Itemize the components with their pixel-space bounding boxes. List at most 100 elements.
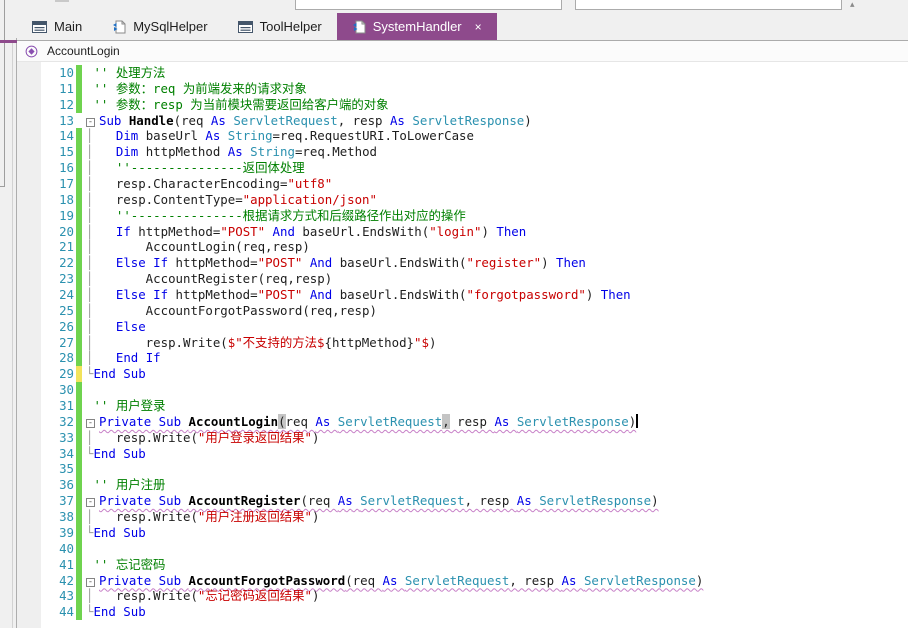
tab-mysqlhelper[interactable]: MySqlHelper — [97, 13, 222, 40]
fold-collapse-icon[interactable]: - — [86, 577, 95, 587]
code-line[interactable]: 23 │ AccountRegister(req,resp) — [17, 271, 908, 288]
code-token: "POST" — [220, 223, 266, 239]
code-token: As — [494, 413, 517, 429]
code-line[interactable]: 24 │ Else If httpMethod="POST" And baseUr… — [17, 287, 908, 303]
code-token: , resp — [509, 572, 562, 588]
code-line[interactable]: 26 │ Else — [17, 318, 908, 335]
code-line[interactable]: 21 │ AccountLogin(req,resp) — [17, 239, 908, 256]
code-token: As — [382, 572, 405, 588]
code-line[interactable]: 20 │ If httpMethod="POST" And baseUrl.End… — [17, 223, 908, 240]
code-line[interactable]: 38 │ resp.Write("用户注册返回结果") — [17, 509, 908, 525]
code-line[interactable]: 42 - Private Sub AccountForgotPassword(req… — [17, 572, 908, 589]
code-token: ''---------------根据请求方式和后缀路径作出对应的操作 — [115, 207, 466, 223]
code-text: '' 处理方法 — [82, 65, 165, 81]
code-line[interactable]: 43 │ resp.Write("忘记密码返回结果") — [17, 588, 908, 605]
code-token: "application/json" — [242, 191, 377, 207]
code-line[interactable]: 31 '' 用户登录 — [17, 398, 908, 414]
code-line[interactable]: 15 │ Dim httpMethod As String=req.Method — [17, 144, 908, 161]
code-token: Private Sub — [99, 413, 189, 429]
code-token: AccountRegister — [188, 493, 301, 509]
code-line[interactable]: 35 — [17, 461, 908, 478]
code-token: End Sub — [93, 445, 146, 461]
code-token: ) — [481, 223, 497, 239]
code-line[interactable]: 12 '' 参数：resp 为当前模块需要返回给客户端的对象 — [17, 96, 908, 113]
code-line[interactable]: 27 │ resp.Write($"不支持的方法${httpMethod}"$) — [17, 334, 908, 351]
close-tab-icon[interactable]: × — [475, 20, 482, 34]
code-token: , — [442, 413, 450, 429]
line-number: 25 — [59, 302, 74, 318]
fold-collapse-icon[interactable]: - — [86, 418, 95, 428]
code-token: resp.Write( — [93, 509, 198, 525]
fold-collapse-icon[interactable]: - — [86, 117, 95, 127]
tab-label: Main — [54, 19, 83, 34]
code-token: (req — [345, 572, 383, 588]
code-token: AccountForgotPassword(req,resp) — [93, 302, 377, 318]
code-editor[interactable]: 10 '' 处理方法 11 '' 参数：req 为前端发来的请求对象 12 '' 参… — [17, 62, 908, 628]
code-text: │ AccountForgotPassword(req,resp) — [82, 303, 377, 319]
code-line[interactable]: 19 │ ''---------------根据请求方式和后缀路径作出对应的操作 — [17, 207, 908, 224]
code-token: Then — [600, 287, 631, 303]
code-token: "忘记密码返回结果" — [197, 588, 312, 604]
line-number: 31 — [59, 398, 74, 414]
code-text: │ resp.Write($"不支持的方法${httpMethod}"$) — [82, 335, 436, 351]
tab-main[interactable]: Main — [17, 13, 97, 40]
tab-toolhelper[interactable]: ToolHelper — [223, 13, 337, 40]
code-line[interactable]: 37 - Private Sub AccountRegister(req As Se… — [17, 493, 908, 510]
code-text: - Private Sub AccountRegister(req As Serv… — [82, 493, 659, 509]
code-line[interactable]: 22 │ Else If httpMethod="POST" And baseUr… — [17, 255, 908, 272]
tab-label: SystemHandler — [372, 19, 462, 34]
document-tab-bar: Main MySqlHelper ToolHelper SystemHandler × — [0, 13, 908, 43]
toolbar-fragment — [55, 0, 69, 2]
member-navigator-bar[interactable]: AccountLogin — [17, 40, 908, 62]
line-number: 22 — [59, 255, 74, 271]
code-token: AccountLogin(req,resp) — [93, 239, 310, 255]
code-line[interactable]: 28 │ End If — [17, 350, 908, 367]
code-line[interactable]: 32 - Private Sub AccountLogin(req As Servl… — [17, 413, 908, 430]
code-lines: 10 '' 处理方法 11 '' 参数：req 为前端发来的请求对象 12 '' 参… — [17, 65, 908, 621]
code-line[interactable]: 44 └End Sub — [17, 604, 908, 621]
code-line[interactable]: 18 │ resp.ContentType="application/json" — [17, 191, 908, 208]
line-number: 42 — [59, 572, 74, 588]
code-token: End Sub — [93, 604, 146, 620]
collapsed-panel-border — [0, 0, 5, 187]
code-line[interactable]: 10 '' 处理方法 — [17, 65, 908, 81]
fold-collapse-icon[interactable]: - — [86, 498, 95, 508]
code-line[interactable]: 16 │ ''---------------返回体处理 — [17, 160, 908, 177]
code-line[interactable]: 41 '' 忘记密码 — [17, 556, 908, 573]
code-token: ) — [695, 572, 704, 588]
code-line[interactable]: 40 — [17, 540, 908, 557]
code-token: Dim — [115, 144, 139, 160]
code-token: '' 忘记密码 — [86, 556, 166, 572]
line-number: 23 — [59, 271, 74, 287]
code-token: As — [205, 128, 228, 144]
code-line[interactable]: 39 └End Sub — [17, 524, 908, 541]
line-number: 41 — [59, 556, 74, 572]
code-line[interactable]: 14 │ Dim baseUrl As String=req.RequestURI… — [17, 128, 908, 145]
code-line[interactable]: 29 └End Sub — [17, 366, 908, 383]
code-line[interactable]: 33 │ resp.Write("用户登录返回结果") — [17, 429, 908, 446]
line-number: 15 — [59, 144, 74, 160]
code-text: │ Else — [82, 319, 146, 335]
code-token: '' 参数：req 为前端发来的请求对象 — [86, 80, 307, 96]
code-token: AccountForgotPassword — [188, 572, 346, 588]
code-line[interactable]: 34 └End Sub — [17, 445, 908, 462]
code-token: Else — [115, 318, 146, 334]
code-text: - Sub Handle(req As ServletRequest, resp … — [82, 113, 532, 129]
code-line[interactable]: 17 │ resp.CharacterEncoding="utf8" — [17, 176, 908, 192]
code-token: "forgotpassword" — [466, 287, 586, 303]
code-line[interactable]: 36 '' 用户注册 — [17, 477, 908, 494]
line-number: 28 — [59, 350, 74, 366]
tab-systemhandler[interactable]: SystemHandler × — [336, 13, 497, 40]
line-number: 37 — [59, 493, 74, 509]
code-line[interactable]: 25 │ AccountForgotPassword(req,resp) — [17, 302, 908, 319]
line-number: 34 — [59, 445, 74, 461]
code-line[interactable]: 30 — [17, 382, 908, 399]
code-token: Else If — [115, 255, 169, 271]
code-line[interactable]: 11 '' 参数：req 为前端发来的请求对象 — [17, 80, 908, 97]
code-line[interactable]: 13 - Sub Handle(req As ServletRequest, res… — [17, 113, 908, 129]
line-number: 39 — [59, 524, 74, 540]
